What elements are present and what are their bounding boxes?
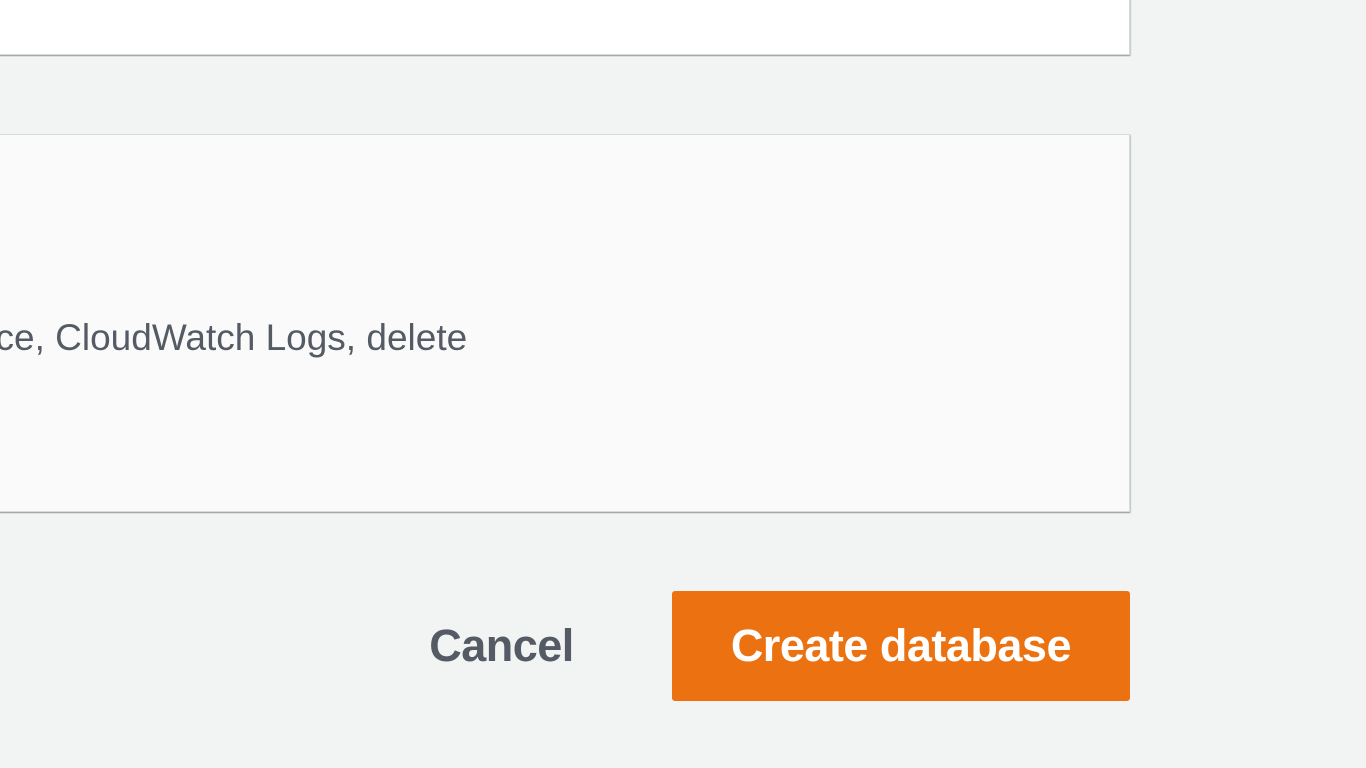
create-database-button[interactable]: Create database — [672, 591, 1130, 701]
config-description-text: ed, maintenance, CloudWatch Logs, delete — [0, 310, 467, 366]
action-button-row: Cancel Create database — [0, 590, 1130, 702]
config-panel-main: ed, maintenance, CloudWatch Logs, delete — [0, 134, 1130, 512]
cancel-button[interactable]: Cancel — [379, 590, 624, 702]
config-panel-top — [0, 0, 1130, 55]
